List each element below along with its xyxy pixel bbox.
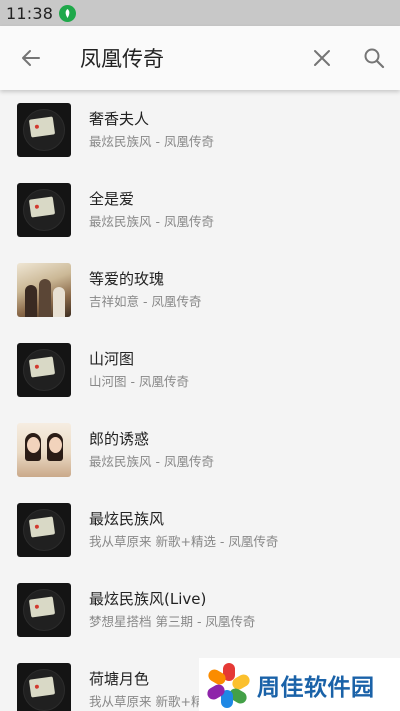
song-list-item[interactable]: 等爱的玫瑰吉祥如意 - 凤凰传奇 (0, 250, 400, 330)
arrow-left-icon (22, 50, 40, 66)
song-info: 等爱的玫瑰吉祥如意 - 凤凰传奇 (89, 269, 201, 311)
song-list-item[interactable]: 奢香夫人最炫民族风 - 凤凰传奇 (0, 90, 400, 170)
song-list-item[interactable]: 山河图山河图 - 凤凰传奇 (0, 330, 400, 410)
album-art (17, 183, 71, 237)
song-title: 奢香夫人 (89, 110, 150, 128)
song-subtitle: 梦想星搭档 第三期 - 凤凰传奇 (89, 614, 256, 629)
song-list-item[interactable]: 最炫民族风(Live) 梦想星搭档 第三期 - 凤凰传奇 (0, 570, 400, 650)
song-title: 全是爱 (89, 190, 135, 208)
song-subtitle: 最炫民族风 - 凤凰传奇 (89, 454, 214, 469)
search-bar: 凤凰传奇 (0, 26, 400, 90)
album-art (17, 503, 71, 557)
watermark: 周佳软件园 (199, 658, 400, 711)
song-info: 最炫民族风我从草原来 新歌+精选 - 凤凰传奇 (89, 509, 278, 551)
song-title: 等爱的玫瑰 (89, 270, 165, 288)
song-info: 山河图山河图 - 凤凰传奇 (89, 349, 189, 391)
back-button[interactable] (0, 26, 62, 90)
close-icon (314, 50, 330, 66)
search-input[interactable]: 凤凰传奇 (62, 43, 296, 73)
album-art (17, 263, 71, 317)
watermark-logo (205, 662, 252, 708)
song-info: 奢香夫人最炫民族风 - 凤凰传奇 (89, 109, 214, 151)
song-subtitle: 最炫民族风 - 凤凰传奇 (89, 134, 214, 149)
song-subtitle: 最炫民族风 - 凤凰传奇 (89, 214, 214, 229)
notification-app-icon (59, 4, 77, 22)
song-title: 郎的诱惑 (89, 430, 150, 448)
song-info: 郎的诱惑最炫民族风 - 凤凰传奇 (89, 429, 214, 471)
song-subtitle: 我从草原来 新歌+精选 - 凤凰传奇 (89, 534, 279, 549)
song-title: 最炫民族风 (89, 510, 165, 528)
song-list-item[interactable]: 郎的诱惑最炫民族风 - 凤凰传奇 (0, 410, 400, 490)
song-list-item[interactable]: 最炫民族风我从草原来 新歌+精选 - 凤凰传奇 (0, 490, 400, 570)
song-title: 最炫民族风(Live) (89, 590, 207, 608)
status-bar: 11:38 (0, 0, 400, 26)
album-art (17, 103, 71, 157)
album-art (17, 663, 71, 711)
song-info: 全是爱最炫民族风 - 凤凰传奇 (89, 189, 214, 231)
song-info: 最炫民族风(Live) 梦想星搭档 第三期 - 凤凰传奇 (89, 589, 255, 631)
song-subtitle: 山河图 - 凤凰传奇 (89, 374, 189, 389)
clear-button[interactable] (296, 26, 348, 90)
watermark-text: 周佳软件园 (257, 674, 375, 701)
search-button[interactable] (348, 26, 400, 90)
search-results-list: 奢香夫人 最炫民族风 - 凤凰传奇 全是爱 最炫民族风 - 凤凰传奇 等爱的玫瑰 吉祥如意… (0, 90, 400, 711)
album-art (17, 423, 71, 477)
album-art (17, 343, 71, 397)
song-title: 山河图 (89, 350, 135, 368)
search-icon (364, 48, 385, 69)
song-subtitle: 吉祥如意 - 凤凰传奇 (89, 294, 202, 309)
song-list-item[interactable]: 全是爱最炫民族风 - 凤凰传奇 (0, 170, 400, 250)
status-time: 11:38 (6, 3, 54, 23)
album-art (17, 583, 71, 637)
